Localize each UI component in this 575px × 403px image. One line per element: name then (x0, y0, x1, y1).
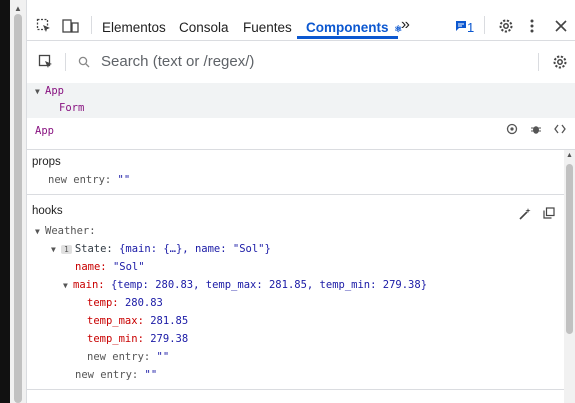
toolbar-separator (484, 16, 485, 34)
search-input[interactable] (99, 52, 483, 71)
props-new-entry[interactable]: new entry: "" (48, 174, 130, 186)
scroll-up-arrow-icon[interactable]: ▲ (566, 152, 573, 159)
tab-components-label: Components (306, 20, 389, 35)
hook-state-preview: {main: {…}, name: "Sol"} (119, 243, 271, 255)
selected-component-name: App (35, 125, 54, 137)
scrollbar-thumb[interactable] (14, 14, 22, 403)
temp-max-value[interactable]: 281.85 (150, 315, 188, 327)
new-entry-key: new entry: (87, 351, 151, 363)
hook-index-badge: 1 (61, 245, 72, 254)
view-source-icon[interactable] (553, 119, 567, 139)
main-temp-max-row[interactable]: temp_max: 281.85 (87, 315, 188, 327)
main-temp-row[interactable]: temp: 280.83 (87, 297, 163, 309)
search-icon (77, 52, 91, 72)
expand-triangle-icon[interactable]: ▼ (63, 281, 73, 290)
settings-gear-icon[interactable] (497, 16, 515, 36)
hook-weather-label: Weather: (45, 225, 96, 237)
hooks-section-title: hooks (32, 205, 63, 217)
hook-state-label: State: (74, 243, 113, 255)
temp-max-key: temp_max: (87, 315, 144, 327)
tree-item-label: App (45, 85, 64, 97)
select-component-icon[interactable] (37, 52, 55, 72)
tab-consola[interactable]: Consola (179, 20, 229, 35)
section-divider (27, 194, 564, 195)
copy-icon[interactable] (542, 203, 556, 223)
debug-bug-icon[interactable] (529, 119, 543, 139)
component-tree: ▼ App Form (27, 83, 575, 118)
devtools-toolbar: Elementos Consola Fuentes Components ⚛ »… (27, 0, 575, 41)
tree-item-label: Form (59, 102, 85, 114)
more-options-icon[interactable] (527, 16, 537, 36)
component-details-panel: props new entry: "" hooks ▼ Weather: ▼ 1 St… (27, 150, 564, 403)
component-search-bar (27, 41, 575, 84)
active-tab-underline (297, 36, 398, 39)
expand-triangle-icon[interactable]: ▼ (51, 245, 61, 254)
inspect-element-icon[interactable] (35, 16, 53, 36)
issues-count[interactable]: 1 (467, 20, 474, 35)
props-section-title: props (32, 156, 61, 168)
tab-fuentes[interactable]: Fuentes (243, 20, 292, 35)
expand-triangle-icon[interactable]: ▼ (35, 87, 45, 96)
issues-icon[interactable] (455, 16, 467, 36)
left-scrollbar[interactable]: ▲ (10, 0, 27, 403)
state-name-row[interactable]: name: "Sol" (75, 261, 145, 273)
tree-item-form[interactable]: Form (59, 102, 84, 114)
component-settings-gear-icon[interactable] (551, 52, 569, 72)
state-new-entry-row[interactable]: new entry: "" (75, 369, 157, 381)
scroll-up-arrow-icon[interactable]: ▲ (14, 4, 22, 13)
details-scrollbar[interactable]: ▲ (564, 150, 575, 403)
main-new-entry-row[interactable]: new entry: "" (87, 351, 169, 363)
temp-min-key: temp_min: (87, 333, 144, 345)
new-entry-key: new entry: (48, 174, 112, 186)
inspect-dom-icon[interactable] (505, 119, 519, 139)
new-entry-value[interactable]: "" (145, 369, 158, 381)
tab-components[interactable]: Components ⚛ (306, 20, 402, 35)
section-divider (27, 389, 564, 390)
hook-state[interactable]: ▼ 1 State: {main: {…}, name: "Sol"} (51, 243, 271, 255)
temp-value[interactable]: 280.83 (125, 297, 163, 309)
state-main-row[interactable]: ▼ main: {temp: 280.83, temp_max: 281.85, … (63, 279, 427, 291)
magic-wand-icon[interactable] (518, 203, 532, 223)
temp-min-value[interactable]: 279.38 (150, 333, 188, 345)
device-toolbar-icon[interactable] (61, 16, 81, 36)
tab-elementos[interactable]: Elementos (102, 20, 166, 35)
details-scrollbar-thumb[interactable] (566, 164, 573, 334)
tree-item-app[interactable]: ▼ App (35, 85, 64, 97)
search-separator (538, 53, 539, 71)
more-tabs-button[interactable]: » (401, 16, 410, 34)
close-icon[interactable] (554, 16, 568, 36)
state-name-value[interactable]: "Sol" (113, 261, 145, 273)
new-entry-key: new entry: (75, 369, 139, 381)
search-separator (65, 53, 66, 71)
toolbar-separator (91, 16, 92, 34)
temp-key: temp: (87, 297, 119, 309)
new-entry-value[interactable]: "" (118, 174, 131, 186)
new-entry-value[interactable]: "" (157, 351, 170, 363)
expand-triangle-icon[interactable]: ▼ (35, 227, 45, 236)
state-main-preview: {temp: 280.83, temp_max: 281.85, temp_mi… (110, 279, 428, 291)
hook-weather[interactable]: ▼ Weather: (35, 225, 96, 237)
left-window-edge (0, 0, 10, 403)
selected-component-header: App (27, 119, 575, 150)
state-main-key: main: (73, 279, 105, 291)
main-temp-min-row[interactable]: temp_min: 279.38 (87, 333, 188, 345)
state-name-key: name: (75, 261, 107, 273)
